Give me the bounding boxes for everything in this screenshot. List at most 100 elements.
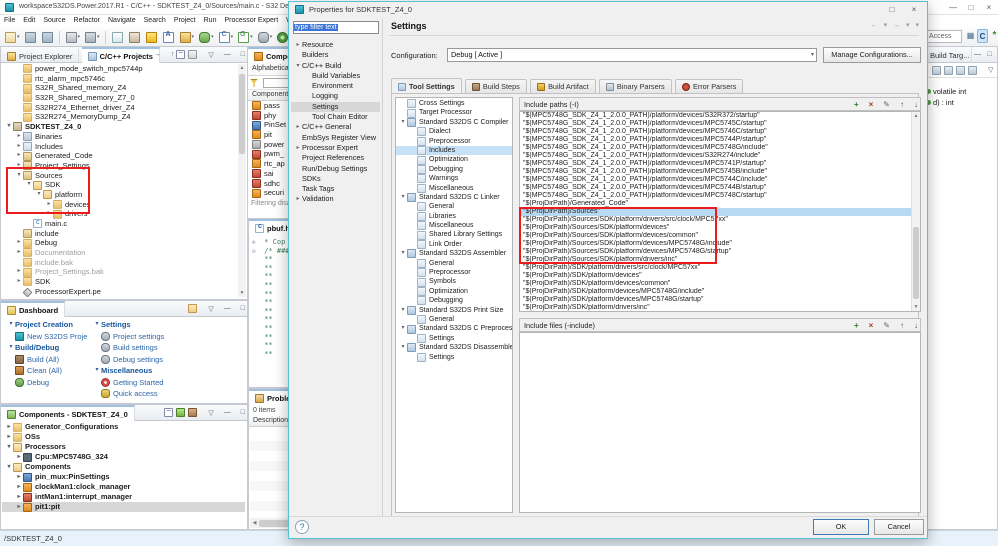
menu-item[interactable]: Refactor xyxy=(70,16,104,25)
include-path-row[interactable]: "$(MPC5748G_SDK_Z4_1_2.0.0_PATH)/platfor… xyxy=(520,120,920,128)
tree-item[interactable]: ▸ pin_mux:PinSettings xyxy=(2,472,245,482)
manage-configurations-button[interactable]: Manage Configurations... xyxy=(823,47,921,63)
include-path-row[interactable]: "$(ProjDirPath)/SDK/platform/devices/MPC… xyxy=(520,296,920,304)
tool-tree-item[interactable]: General xyxy=(396,258,512,268)
include-path-row[interactable]: "$(MPC5748G_SDK_Z4_1_2.0.0_PATH)/platfor… xyxy=(520,160,920,168)
dashboard-link[interactable]: Debug settings xyxy=(93,354,243,366)
coverage-button[interactable]: ▾ xyxy=(217,30,236,45)
maximize-button[interactable]: □ xyxy=(232,48,245,61)
flash-programmer-button[interactable] xyxy=(144,30,160,45)
close-button[interactable]: × xyxy=(980,0,998,15)
vertical-scrollbar[interactable]: ▲ ▼ xyxy=(911,112,920,311)
configuration-dropdown[interactable]: Debug [ Active ] ▾ xyxy=(447,48,817,62)
tab-build-artifact[interactable]: Build Artifact xyxy=(530,78,596,94)
tree-item[interactable]: ▸ clockMan1:clock_manager xyxy=(2,482,245,492)
expander[interactable]: ▾ xyxy=(399,193,407,202)
tab-build-targets[interactable]: Build Targ... xyxy=(928,47,973,63)
run-button[interactable]: ▾ xyxy=(236,30,255,45)
expander[interactable]: ▸ xyxy=(15,502,23,512)
tree-item[interactable]: rtc_alarm_mpc5746c xyxy=(2,74,237,84)
tool-tree-item[interactable]: Miscellaneous xyxy=(396,221,512,231)
sash[interactable] xyxy=(382,19,383,516)
maximize-button[interactable]: □ xyxy=(232,302,245,315)
nav-tree-item[interactable]: Tool Chain Editor xyxy=(291,112,380,122)
tool-tree-item[interactable]: Debugging xyxy=(396,164,512,174)
tree-item[interactable]: ▸ pit1:pit xyxy=(2,502,245,512)
processor-expert-perspective-button[interactable]: * xyxy=(989,29,998,43)
tree-item[interactable]: S32R_Shared_memory_Z4 xyxy=(2,83,237,93)
dashboard-link[interactable]: Getting Started xyxy=(93,377,243,389)
tree-item[interactable]: include.bak xyxy=(2,258,237,268)
tree-item[interactable]: ▸ Generator_Configurations xyxy=(2,422,245,432)
hide-non-public-button[interactable] xyxy=(967,64,978,77)
expander[interactable]: ▾ xyxy=(399,324,407,333)
edit-file-button[interactable]: ✎ xyxy=(874,319,890,332)
tab-project-explorer[interactable]: Project Explorer xyxy=(1,48,80,64)
dialog-history-arrows[interactable]: ← ▾ → ▾ ▾ xyxy=(871,21,921,29)
expander[interactable]: ▾ xyxy=(294,61,302,71)
expander[interactable]: ▾ xyxy=(25,180,33,190)
expander[interactable]: ▸ xyxy=(294,122,302,132)
tool-tree-item[interactable]: Shared Library Settings xyxy=(396,230,512,240)
dashboard-link[interactable]: Build settings xyxy=(93,342,243,354)
expander[interactable]: ▸ xyxy=(15,452,23,462)
expander[interactable]: ▸ xyxy=(5,422,13,432)
tool-tree-item[interactable]: Optimization xyxy=(396,287,512,296)
nav-tree-item[interactable]: Run/Debug Settings xyxy=(291,164,380,174)
view-menu-button[interactable]: ▽ xyxy=(199,406,213,419)
include-path-row[interactable]: "$(ProjDirPath)/Sources/SDK/platform/dri… xyxy=(520,216,920,224)
include-path-row[interactable]: "$(ProjDirPath)/Generated_Code" xyxy=(520,200,920,208)
expander[interactable]: ▸ xyxy=(15,248,23,258)
filter-funnel-icon[interactable] xyxy=(250,78,258,87)
expander[interactable]: ▾ xyxy=(5,462,13,472)
sort-button[interactable] xyxy=(931,64,942,77)
add-file-button[interactable]: + xyxy=(845,319,859,332)
expander[interactable]: ▸ xyxy=(15,132,23,142)
expander[interactable]: ▸ xyxy=(15,161,23,171)
delete-path-button[interactable]: × xyxy=(860,98,874,111)
move-up-button[interactable]: ↑ xyxy=(891,319,904,332)
expander[interactable]: ▸ xyxy=(5,432,13,442)
tool-tree-item[interactable]: ▾ Standard S32DS C Preprocessor xyxy=(396,324,512,334)
expander[interactable]: ▾ xyxy=(5,442,13,452)
dashboard-link[interactable]: ▾ Miscellaneous xyxy=(93,365,243,377)
menu-item[interactable]: Source xyxy=(39,16,69,25)
nav-tree-item[interactable]: ▸ Resource xyxy=(291,40,380,50)
external-tools-button[interactable]: ▾ xyxy=(256,30,275,45)
maximize-button[interactable]: □ xyxy=(984,48,995,61)
include-path-row[interactable]: "$(MPC5748G_SDK_Z4_1_2.0.0_PATH)/platfor… xyxy=(520,192,920,200)
include-path-row[interactable]: "$(MPC5748G_SDK_Z4_1_2.0.0_PATH)/platfor… xyxy=(520,168,920,176)
open-perspective-button[interactable]: ▦ xyxy=(965,29,976,43)
toolbar-separator[interactable] xyxy=(104,30,108,44)
dialog-maximize-button[interactable]: □ xyxy=(881,2,903,17)
nav-tree-item[interactable]: ▸ C/C++ General xyxy=(291,122,380,132)
maximize-button[interactable]: □ xyxy=(962,0,980,15)
tool-tree-item[interactable]: ▾ Standard S32DS Disassembler xyxy=(396,343,512,353)
tool-tree-item[interactable]: Settings xyxy=(396,333,512,343)
scrollbar-thumb[interactable] xyxy=(239,74,245,154)
cancel-button[interactable]: Cancel xyxy=(874,519,924,535)
maximize-button[interactable]: □ xyxy=(232,406,245,419)
tree-item[interactable]: S32R_Shared_memory_Z7_0 xyxy=(2,93,237,103)
menu-item[interactable]: Run xyxy=(200,16,221,25)
nav-tree-item[interactable]: Build Variables xyxy=(291,71,380,81)
include-path-row[interactable]: "$(ProjDirPath)/SDK/platform/drivers/inc… xyxy=(520,304,920,311)
ok-button[interactable]: OK xyxy=(813,519,869,535)
tool-tree-item[interactable]: Miscellaneous xyxy=(396,183,512,193)
tree-item[interactable]: ▾ SDKTEST_Z4_0 xyxy=(2,122,237,132)
debug-button[interactable]: ▾ xyxy=(197,30,216,45)
tab-build-steps[interactable]: Build Steps xyxy=(464,78,527,94)
link-with-editor-button[interactable] xyxy=(187,48,198,61)
back-button[interactable]: ← xyxy=(128,48,144,61)
tool-tree-item[interactable]: Preprocessor xyxy=(396,136,512,146)
tool-tree-item[interactable]: Dialect xyxy=(396,127,512,137)
move-up-button[interactable]: ↑ xyxy=(891,98,904,111)
tool-tree-item[interactable]: Optimization xyxy=(396,155,512,165)
dialog-close-button[interactable]: × xyxy=(903,2,925,17)
tool-tree-item[interactable]: Debugging xyxy=(396,296,512,306)
minimize-button[interactable]: — xyxy=(215,302,231,315)
tool-tree-item[interactable]: ▾ Standard S32DS C Linker xyxy=(396,193,512,203)
include-path-row[interactable]: "$(MPC5748G_SDK_Z4_1_2.0.0_PATH)/platfor… xyxy=(520,144,920,152)
up-button[interactable]: ↑ xyxy=(162,48,175,61)
include-path-row[interactable]: "$(ProjDirPath)/SDK/platform/devices/com… xyxy=(520,280,920,288)
